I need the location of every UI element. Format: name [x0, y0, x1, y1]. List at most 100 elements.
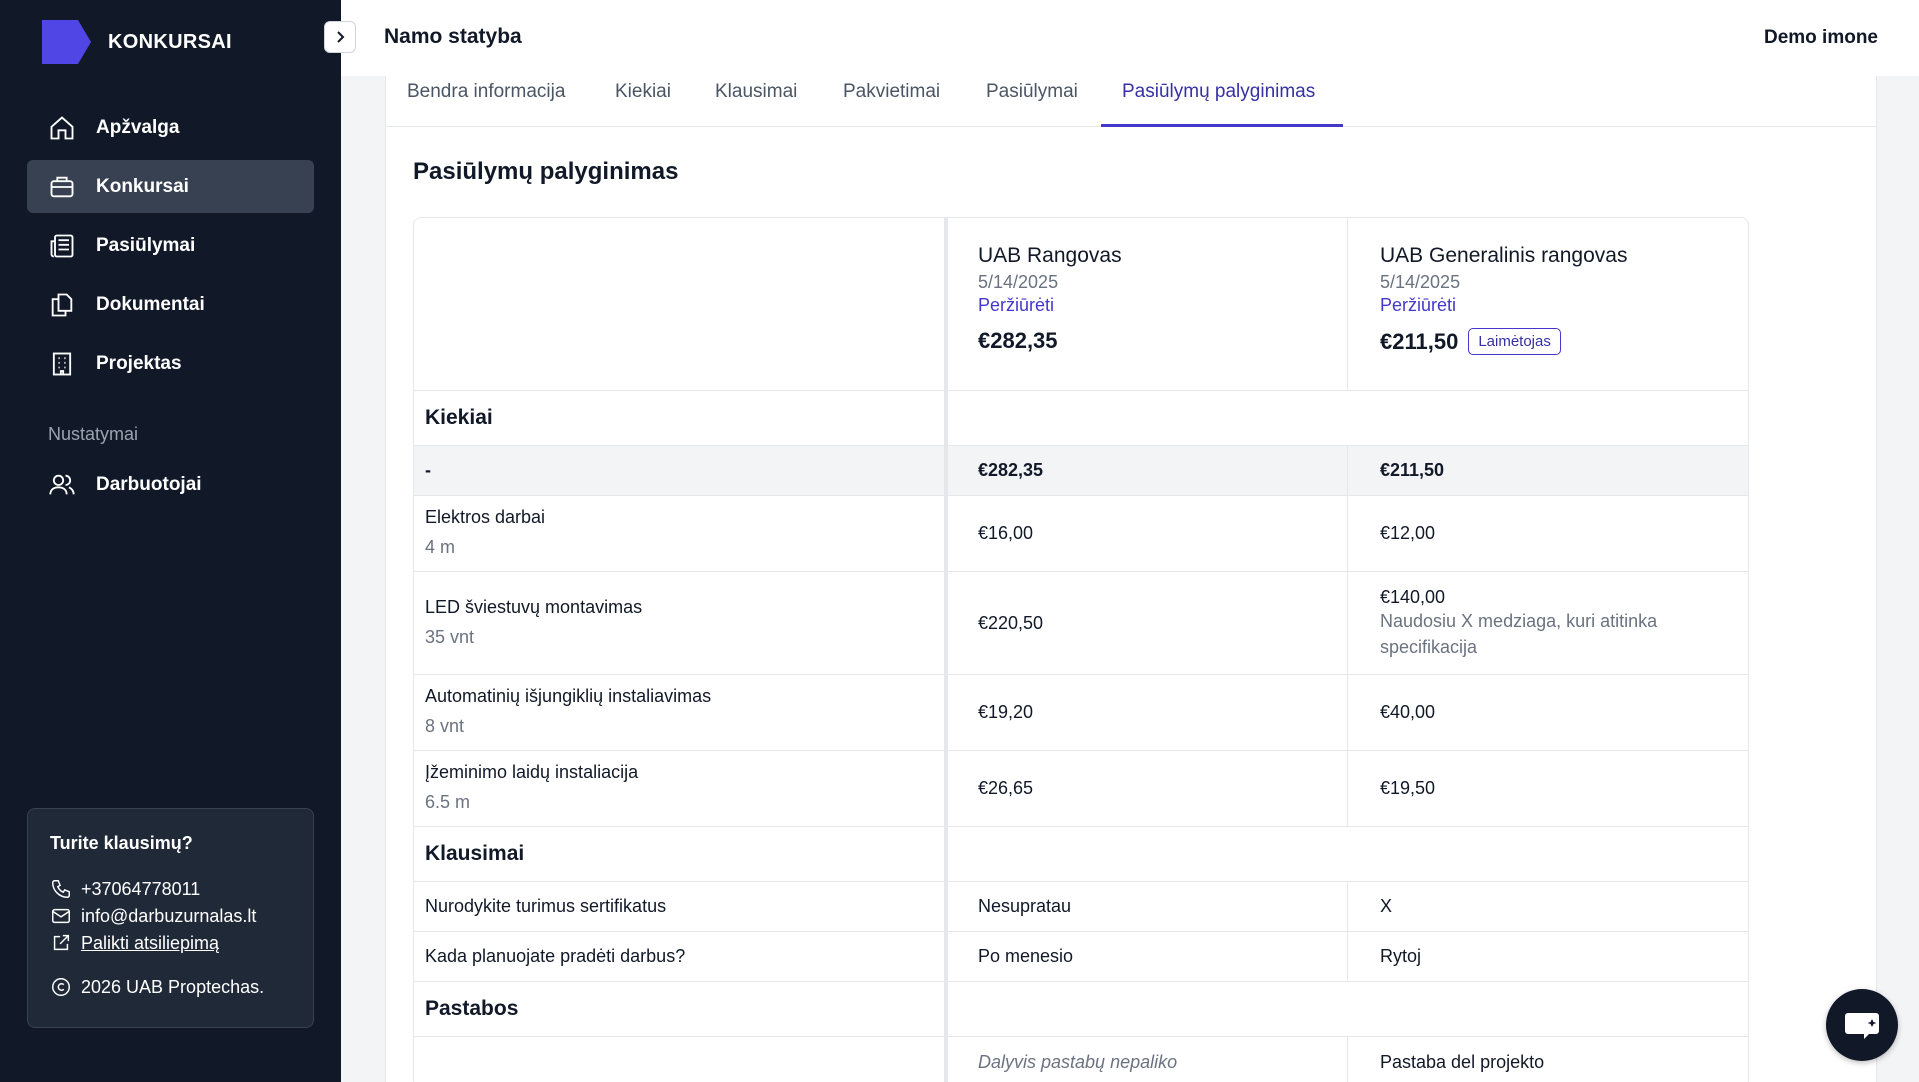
- bidder-date: 5/14/2025: [1380, 272, 1461, 292]
- sidebar-item-projektas[interactable]: Projektas: [27, 337, 314, 390]
- item-qty: 6.5 m: [425, 792, 471, 812]
- sidebar-item-label: Projektas: [96, 352, 182, 374]
- item-cell: Elektros darbai 4 m: [414, 496, 948, 571]
- tab-pasiulymu-palyginimas[interactable]: Pasiūlymų palyginimas: [1101, 76, 1343, 127]
- main-nav: Apžvalga Konkursai Pasiūlymai Dokumentai…: [27, 101, 314, 396]
- price-value: €140,00: [1380, 586, 1446, 607]
- sidebar-item-dokumentai[interactable]: Dokumentai: [27, 278, 314, 331]
- answer-cell: Rytoj: [1380, 946, 1422, 966]
- item-name: Įžeminimo laidų instaliacija: [425, 762, 639, 782]
- item-cell: Automatinių išjungiklių instaliavimas 8 …: [414, 675, 948, 750]
- subtotal-value: €282,35: [948, 446, 1348, 495]
- view-offer-link[interactable]: Peržiūrėti: [1380, 295, 1714, 316]
- tab-bendra-informacija[interactable]: Bendra informacija: [407, 76, 565, 127]
- empty-cell: [1348, 391, 1746, 445]
- item-name: Automatinių išjungiklių instaliavimas: [425, 686, 712, 706]
- settings-nav: Darbuotojai: [27, 458, 314, 517]
- comparison-table: UAB Rangovas 5/14/2025 Peržiūrėti €282,3…: [413, 217, 1749, 1082]
- sidebar: KONKURSAI Apžvalga Konkursai Pasiūlymai …: [0, 0, 341, 1082]
- home-icon: [50, 115, 74, 139]
- item-cell: LED šviestuvų montavimas 35 vnt: [414, 572, 948, 674]
- tab-klausimai[interactable]: Klausimai: [715, 76, 797, 127]
- bidder-column: UAB Rangovas 5/14/2025 Peržiūrėti €282,3…: [948, 218, 1348, 390]
- bidder-note: Naudosiu X medziaga, kuri atitinka speci…: [1380, 610, 1658, 657]
- copyright-text: 2026 UAB Proptechas.: [81, 976, 265, 997]
- tabs: Bendra informacija Kiekiai Klausimai Pak…: [386, 76, 1876, 127]
- tab-kiekiai[interactable]: Kiekiai: [615, 76, 671, 127]
- price-cell: €140,00 Naudosiu X medziaga, kuri atitin…: [1348, 572, 1746, 674]
- help-box: Turite klausimų? +37064778011 info@darbu…: [27, 808, 314, 1028]
- answer-cell: X: [1380, 896, 1393, 916]
- app-name: KONKURSAI: [108, 30, 232, 53]
- table-row: Elektros darbai 4 m €16,00 €12,00: [414, 496, 1748, 572]
- bidder-total-value: €282,35: [978, 328, 1058, 353]
- tab-pakvietimai[interactable]: Pakvietimai: [843, 76, 940, 127]
- question-cell: Nurodykite turimus sertifikatus: [414, 882, 948, 931]
- empty-cell: [948, 982, 1348, 1036]
- empty-header-cell: [414, 218, 948, 390]
- logo-icon: [42, 20, 91, 64]
- price-cell: €19,20: [948, 675, 1348, 750]
- empty-cell: [948, 391, 1348, 445]
- tab-pasiulymai[interactable]: Pasiūlymai: [986, 76, 1078, 127]
- feedback-link[interactable]: Palikti atsiliepimą: [81, 933, 219, 954]
- sidebar-item-label: Apžvalga: [96, 116, 180, 138]
- winner-badge: Laimėtojas: [1468, 328, 1561, 355]
- table-row: Automatinių išjungiklių instaliavimas 8 …: [414, 675, 1748, 751]
- sidebar-item-label: Pasiūlymai: [96, 234, 196, 256]
- settings-heading: Nustatymai: [48, 424, 139, 444]
- help-phone[interactable]: +37064778011: [50, 878, 291, 900]
- newspaper-icon: [50, 234, 74, 257]
- external-link-icon: [53, 934, 70, 951]
- price-cell: €220,50: [948, 572, 1348, 674]
- price-cell: €16,00: [948, 496, 1348, 571]
- help-copyright: 2026 UAB Proptechas.: [50, 976, 291, 998]
- subtotal-value: €211,50: [1380, 460, 1445, 480]
- help-phone-text: +37064778011: [81, 878, 201, 899]
- answer-cell: Po menesio: [948, 932, 1348, 981]
- bidders-header-row: UAB Rangovas 5/14/2025 Peržiūrėti €282,3…: [414, 218, 1748, 391]
- sidebar-item-pasiulymai[interactable]: Pasiūlymai: [27, 219, 314, 272]
- bidder-total: €282,35: [978, 328, 1317, 354]
- logo[interactable]: KONKURSAI: [42, 20, 232, 64]
- chat-icon: [1845, 1013, 1879, 1039]
- bidder-column: UAB Generalinis rangovas 5/14/2025 Perži…: [1348, 218, 1746, 390]
- subtotal-row: - €282,35 €211,50: [414, 446, 1748, 496]
- page-title: Namo statyba: [384, 25, 522, 48]
- sidebar-item-label: Dokumentai: [96, 293, 205, 315]
- empty-cell: [1348, 982, 1746, 1036]
- price-cell: €40,00: [1380, 702, 1436, 722]
- view-offer-link[interactable]: Peržiūrėti: [978, 295, 1317, 316]
- empty-cell: [948, 827, 1348, 881]
- briefcase-icon: [50, 176, 74, 197]
- item-name: Elektros darbai: [425, 507, 546, 527]
- group-heading: Klausimai: [414, 827, 948, 881]
- sidebar-item-label: Konkursai: [96, 175, 189, 197]
- table-row: Įžeminimo laidų instaliacija 6.5 m €26,6…: [414, 751, 1748, 827]
- group-row-pastabos: Pastabos: [414, 982, 1748, 1037]
- mail-icon: [52, 908, 70, 924]
- item-qty: 8 vnt: [425, 716, 465, 736]
- org-name[interactable]: Demo imone: [1764, 27, 1878, 49]
- help-title: Turite klausimų?: [50, 833, 193, 853]
- sidebar-item-konkursai[interactable]: Konkursai: [27, 160, 314, 213]
- bidder-total: €211,50 Laimėtojas: [1380, 328, 1714, 355]
- price-cell: €19,50: [1380, 778, 1436, 798]
- sidebar-toggle-button[interactable]: [324, 21, 356, 53]
- help-email[interactable]: info@darbuzurnalas.lt: [50, 905, 291, 927]
- sidebar-item-label: Darbuotojai: [96, 473, 202, 495]
- item-qty: 35 vnt: [425, 626, 475, 647]
- sidebar-item-darbuotojai[interactable]: Darbuotojai: [27, 458, 314, 511]
- topbar: Namo statyba Demo imone: [341, 0, 1919, 76]
- group-heading: Kiekiai: [414, 391, 948, 445]
- price-cell: €26,65: [948, 751, 1348, 826]
- price-cell: €12,00: [1380, 523, 1436, 543]
- table-row: Kada planuojate pradėti darbus? Po menes…: [414, 932, 1748, 982]
- empty-cell: [414, 1037, 948, 1082]
- sidebar-item-apzvalga[interactable]: Apžvalga: [27, 101, 314, 154]
- chat-button[interactable]: [1826, 989, 1898, 1061]
- copyright-icon: [52, 978, 70, 996]
- bidder-name: UAB Rangovas: [978, 244, 1122, 267]
- item-name: LED šviestuvų montavimas: [425, 596, 643, 617]
- item-cell: Įžeminimo laidų instaliacija 6.5 m: [414, 751, 948, 826]
